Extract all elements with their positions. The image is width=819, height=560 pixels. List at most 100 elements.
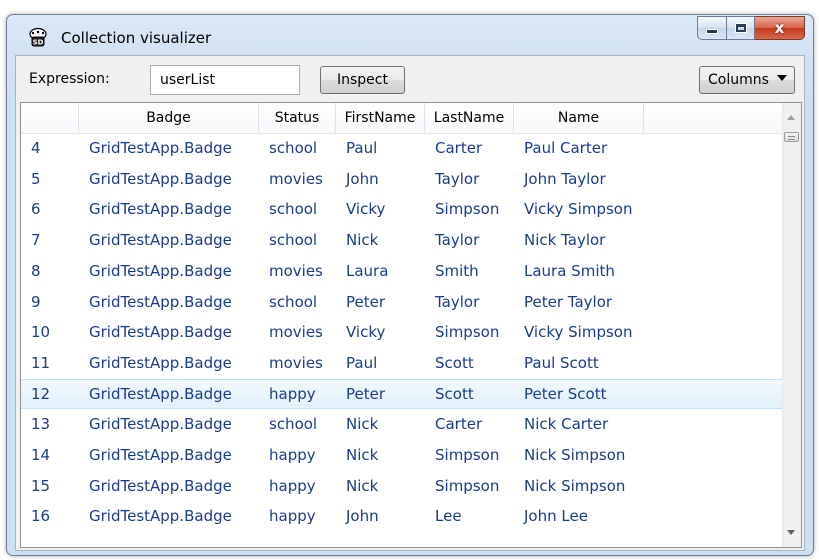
table-cell: 5 (31, 169, 41, 188)
toolbar: Expression: Inspect Columns (16, 56, 804, 102)
table-cell: Peter Taylor (524, 292, 613, 311)
minimize-icon (706, 29, 718, 34)
table-cell: GridTestApp.Badge (89, 292, 232, 311)
client-area: Expression: Inspect Columns BadgeStatusF… (15, 55, 805, 551)
title-bar[interactable]: SD Collection visualizer x (7, 15, 813, 55)
table-cell: GridTestApp.Badge (89, 507, 232, 526)
expression-input[interactable] (150, 65, 300, 95)
table-row[interactable]: 15 GridTestApp.Badge happy Nick Simpson Nick … (21, 471, 783, 501)
table-cell: John (346, 507, 379, 526)
table-cell-filler (644, 440, 783, 470)
table-cell: Simpson (435, 446, 500, 464)
close-button[interactable]: x (755, 16, 805, 40)
scroll-up-icon[interactable] (787, 115, 795, 120)
column-header-row: Badge Status FirstName LastName Name (21, 103, 783, 134)
table-row[interactable]: 13 GridTestApp.Badge school Nick Carter Nick … (21, 409, 783, 439)
data-grid[interactable]: Badge Status FirstName LastName Name 4 GridTe… (20, 102, 802, 548)
table-cell-filler (644, 348, 783, 378)
table-cell-filler (644, 471, 783, 501)
column-header[interactable]: LastName (425, 103, 514, 133)
app-icon: SD (29, 27, 47, 47)
table-cell: Nick Simpson (524, 446, 626, 464)
table-cell: 7 (31, 231, 41, 250)
table-cell: 13 (31, 415, 51, 434)
vertical-scrollbar[interactable] (782, 103, 801, 547)
table-row[interactable]: 4 GridTestApp.Badge school Paul Carter Paul C… (21, 133, 783, 163)
table-row[interactable]: 7 GridTestApp.Badge school Nick Taylor Nick T… (21, 225, 783, 255)
table-cell: 16 (31, 507, 51, 526)
table-row[interactable]: 5 GridTestApp.Badge movies John Taylor John T… (21, 164, 783, 194)
scroll-down-icon[interactable] (787, 530, 795, 535)
table-row[interactable]: 8 GridTestApp.Badge movies Laura Smith Laura … (21, 256, 783, 286)
column-header[interactable]: Name (514, 103, 644, 133)
minimize-button[interactable] (697, 16, 727, 40)
table-cell-filler (644, 501, 783, 531)
table-cell: movies (269, 261, 323, 280)
table-row[interactable]: 9 GridTestApp.Badge school Peter Taylor Peter… (21, 287, 783, 317)
table-cell: Simpson (435, 476, 500, 495)
table-cell: GridTestApp.Badge (89, 323, 232, 342)
table-cell: school (269, 139, 318, 157)
table-cell: GridTestApp.Badge (89, 231, 232, 250)
table-cell: school (269, 292, 318, 311)
table-row-selected[interactable]: 12 GridTestApp.Badge happy Peter Scott Peter … (21, 378, 783, 410)
table-cell: Carter (435, 415, 483, 434)
table-cell: Nick Taylor (524, 231, 606, 250)
table-cell: Smith (435, 261, 479, 280)
column-header[interactable] (644, 103, 783, 133)
table-cell: GridTestApp.Badge (89, 261, 232, 280)
table-cell: Nick (346, 446, 379, 464)
scroll-thumb[interactable] (784, 132, 799, 142)
table-cell: Paul (346, 353, 378, 372)
maximize-button[interactable] (727, 16, 755, 40)
table-cell: Nick Simpson (524, 476, 626, 495)
table-cell: 10 (31, 323, 51, 342)
table-cell: GridTestApp.Badge (89, 446, 232, 464)
table-row[interactable]: 14 GridTestApp.Badge happy Nick Simpson Nick … (21, 440, 783, 470)
column-header[interactable] (21, 103, 79, 133)
table-cell: movies (269, 169, 323, 188)
table-cell: GridTestApp.Badge (89, 169, 232, 188)
table-cell-filler (644, 194, 783, 224)
column-header[interactable]: Badge (79, 103, 259, 133)
table-row[interactable]: 6 GridTestApp.Badge school Vicky Simpson Vick… (21, 194, 783, 224)
table-cell: John (346, 169, 379, 188)
collection-visualizer-window: SD Collection visualizer x Expression: I… (6, 14, 814, 556)
table-cell: 12 (31, 384, 51, 403)
table-cell: GridTestApp.Badge (89, 353, 232, 372)
table-cell: school (269, 231, 318, 250)
table-cell: 15 (31, 476, 51, 495)
table-cell: Taylor (435, 292, 480, 311)
table-cell: Simpson (435, 200, 500, 219)
table-cell: John Lee (524, 507, 588, 526)
table-cell: GridTestApp.Badge (89, 415, 232, 434)
table-cell: Laura Smith (524, 261, 615, 280)
column-header[interactable]: FirstName (336, 103, 425, 133)
table-cell-filler (644, 256, 783, 286)
close-icon: x (774, 19, 785, 37)
table-cell-filler (644, 164, 783, 194)
table-cell: Nick (346, 476, 379, 495)
column-header[interactable]: Status (259, 103, 336, 133)
table-cell: Nick (346, 231, 379, 250)
table-row[interactable]: 16 GridTestApp.Badge happy John Lee John Lee (21, 501, 783, 531)
table-cell: GridTestApp.Badge (89, 384, 232, 403)
columns-label: Columns (708, 72, 769, 88)
table-cell: Carter (435, 139, 483, 157)
table-cell: 6 (31, 200, 41, 219)
table-cell: John Taylor (524, 169, 606, 188)
table-row[interactable]: 11 GridTestApp.Badge movies Paul Scott Paul S… (21, 348, 783, 378)
table-cell: 4 (31, 139, 41, 157)
table-cell-filler (644, 287, 783, 317)
table-cell: Laura (346, 261, 389, 280)
table-cell: Peter (346, 292, 386, 311)
table-cell: 11 (31, 353, 51, 372)
columns-dropdown[interactable]: Columns (699, 66, 795, 94)
svg-text:SD: SD (33, 39, 44, 47)
table-cell: Taylor (435, 169, 480, 188)
table-cell-filler (644, 133, 783, 163)
window-title: Collection visualizer (61, 29, 212, 47)
table-row[interactable]: 10 GridTestApp.Badge movies Vicky Simpson Vic… (21, 317, 783, 347)
inspect-button[interactable]: Inspect (320, 66, 405, 94)
table-cell-filler (644, 380, 783, 410)
